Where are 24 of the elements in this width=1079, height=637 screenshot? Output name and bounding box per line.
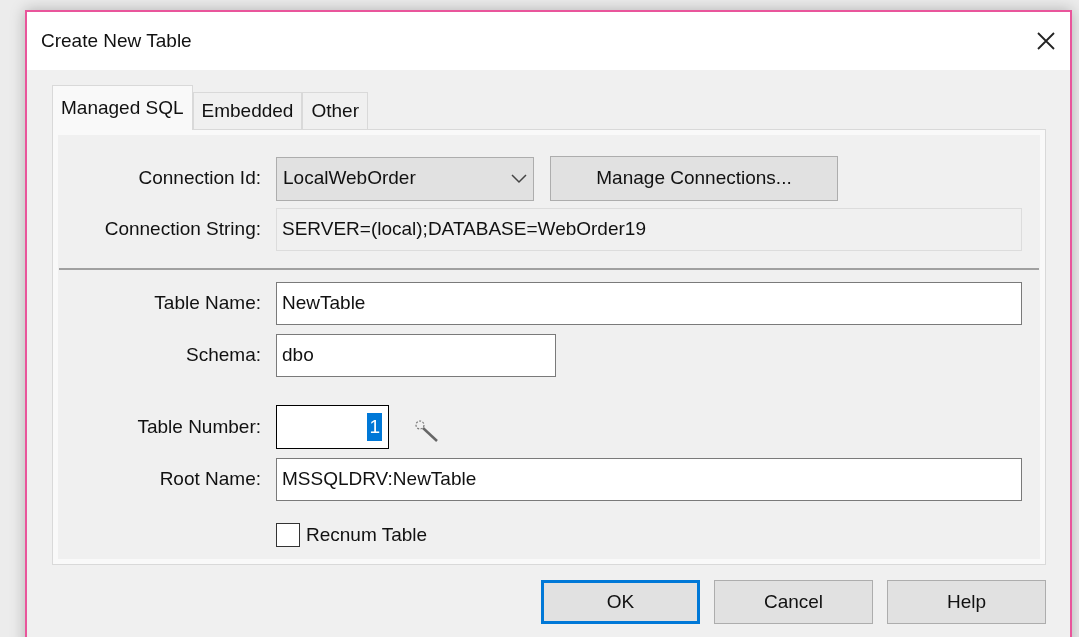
field-label: Schema: — [186, 343, 261, 368]
tab[interactable]: Other — [302, 92, 368, 129]
number-field[interactable]: 1 — [276, 405, 389, 449]
dialog-button[interactable]: Cancel — [714, 580, 873, 624]
field-label: Connection String: — [104, 217, 261, 242]
connection-dropdown[interactable]: LocalWebOrder — [276, 156, 534, 201]
chevron-down-icon — [511, 173, 527, 184]
text-field[interactable]: MSSQLDRV:NewTable — [276, 458, 1022, 501]
field-label: Table Name: — [154, 291, 261, 316]
dialog-button[interactable]: OK — [541, 580, 700, 624]
field-label: Root Name: — [159, 467, 261, 492]
recnum-checkbox[interactable]: Recnum Table — [276, 521, 428, 550]
window-title: Create New Table — [41, 28, 192, 53]
magic-wand-icon[interactable] — [412, 417, 440, 443]
tab[interactable]: Managed SQL — [52, 85, 193, 130]
text-field[interactable]: NewTable — [276, 282, 1022, 325]
field-label: Table Number: — [137, 414, 261, 439]
close-icon[interactable] — [1036, 31, 1056, 51]
tab[interactable]: Embedded — [192, 92, 303, 129]
manage-connections-button[interactable]: Manage Connections... — [550, 156, 838, 201]
field-label: Connection Id: — [138, 166, 261, 191]
checkbox[interactable] — [276, 523, 300, 548]
text-field[interactable]: dbo — [276, 334, 556, 377]
dialog-button[interactable]: Help — [887, 580, 1046, 624]
